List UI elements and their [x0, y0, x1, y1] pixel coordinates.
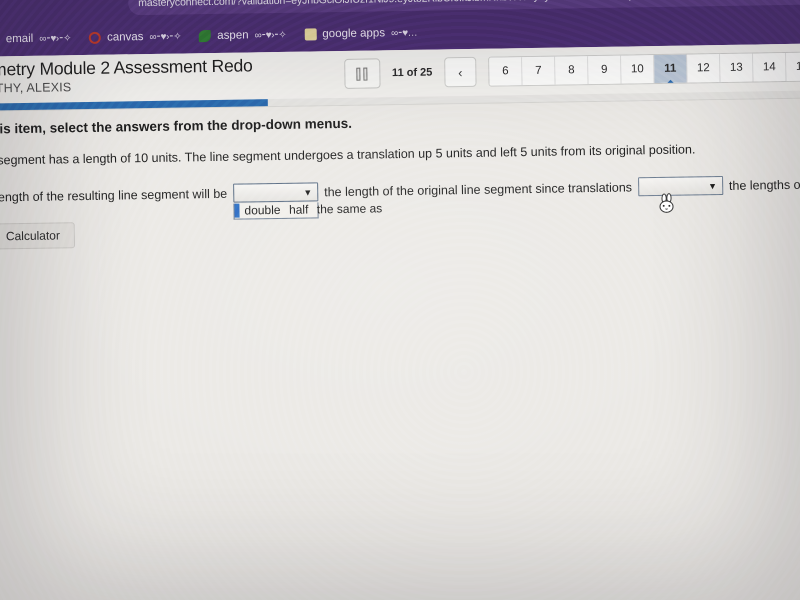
title-block: …ometry Module 2 Assessment Redo …ARTHY,… — [0, 55, 253, 96]
pause-icon — [363, 67, 368, 81]
question-content: …r this item, select the answers from th… — [0, 98, 800, 600]
chevron-down-icon: ▼ — [303, 186, 313, 198]
bookmark-aspen[interactable]: aspen ∞⁃♥›⁃✧ — [190, 27, 295, 45]
pause-button[interactable] — [343, 58, 381, 89]
bookmark-star-icon[interactable] — [795, 0, 800, 2]
bookmark-emoji-suffix: ∞⁃♥›⁃✧ — [149, 30, 182, 43]
bookmark-label: canvas — [106, 31, 144, 44]
chevron-down-icon: ▼ — [707, 180, 718, 191]
length-comparison-dropdown-list: double half the same as — [233, 201, 382, 220]
photo-of-screen: masteryconnect.com/?validation=eyJhbGciO… — [0, 0, 800, 600]
answer-text-part-2: the length of the original line segment … — [324, 179, 633, 199]
bookmark-emoji-suffix: ∞⁃♥›⁃✧ — [254, 29, 287, 41]
bookmark-google-apps[interactable]: google apps ∞⁃♥… — [295, 25, 426, 43]
canvas-favicon-icon — [88, 31, 102, 44]
bookmark-canvas[interactable]: canvas ∞⁃♥›⁃✧ — [80, 28, 190, 46]
omnibox-icon-group — [747, 0, 800, 3]
page-button-15[interactable]: 15 — [786, 52, 800, 81]
answer-text-part-3: the lengths of line segm… — [728, 176, 800, 193]
bookmark-emoji-suffix: ∞⁃♥›⁃✧ — [39, 32, 72, 45]
share-icon[interactable] — [771, 0, 784, 2]
page-number-pager: 6 7 8 9 10 11 12 13 14 15 — [488, 51, 800, 87]
page-counter: 11 of 25 — [391, 66, 433, 80]
bookmark-label: email — [5, 32, 34, 46]
page-button-12[interactable]: 12 — [687, 54, 721, 83]
computer-screen: masteryconnect.com/?validation=eyJhbGciO… — [0, 0, 800, 600]
question-instruction: …r this item, select the answers from th… — [0, 115, 353, 137]
page-button-10[interactable]: 10 — [621, 55, 655, 84]
google-apps-favicon-icon — [304, 28, 317, 41]
answer-text-part-1: …he length of the resulting line segment… — [0, 186, 228, 204]
page-button-11[interactable]: 11 — [654, 54, 688, 84]
page-button-8[interactable]: 8 — [555, 56, 589, 85]
calculator-button[interactable]: Calculator — [0, 222, 76, 250]
dropdown-option-double[interactable]: double — [239, 203, 280, 218]
chevron-left-icon: ‹ — [458, 64, 463, 80]
bookmark-emoji-suffix: ∞⁃♥… — [390, 27, 418, 39]
student-name: …ARTHY, ALEXIS — [0, 80, 72, 96]
question-stem: …ine segment has a length of 10 units. T… — [0, 142, 696, 168]
bookmark-label: aspen — [217, 29, 249, 42]
length-comparison-select[interactable]: ▼ double half the same as — [233, 182, 382, 220]
page-button-14[interactable]: 14 — [753, 52, 787, 82]
page-button-9[interactable]: 9 — [588, 55, 622, 85]
assessment-navigation: 11 of 25 ‹ 6 7 8 9 10 11 12 13 14 15 — [343, 51, 800, 89]
pause-icon — [356, 67, 361, 81]
dropdown-option-the-same-as[interactable]: the same as — [312, 201, 383, 216]
page-button-6[interactable]: 6 — [489, 57, 523, 86]
calculator-label: Calculator — [5, 228, 61, 244]
page-button-7[interactable]: 7 — [522, 56, 556, 86]
search-icon[interactable] — [747, 0, 760, 3]
translation-effect-select[interactable]: ▼ — [637, 175, 724, 197]
previous-page-button[interactable]: ‹ — [444, 56, 477, 88]
answer-sentence-row: …he length of the resulting line segment… — [0, 174, 800, 220]
bookmark-label: google apps — [322, 27, 386, 41]
dropdown-option-half[interactable]: half — [284, 202, 309, 216]
aspen-favicon-icon — [199, 30, 212, 43]
bookmark-email[interactable]: email ∞⁃♥›⁃✧ — [0, 30, 80, 48]
page-button-13[interactable]: 13 — [720, 53, 754, 83]
